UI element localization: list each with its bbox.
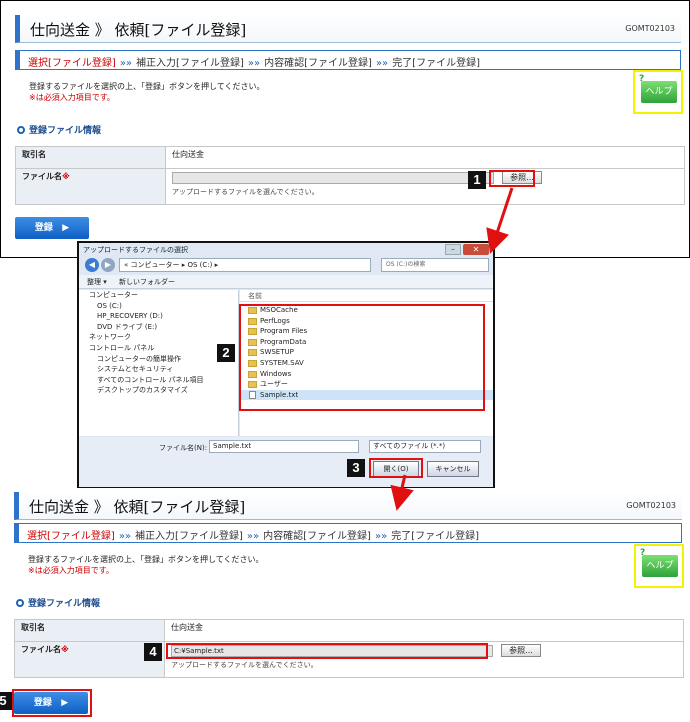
section-bullet-icon — [17, 126, 25, 134]
highlight-browse — [489, 170, 535, 187]
dialog-toolbar: 整理 ▾ 新しいフォルダー — [79, 275, 493, 289]
page-header: 仕向送金 》 依頼[ファイル登録] GOMT02103 — [15, 15, 681, 43]
filename-label: ファイル名(N): — [159, 444, 208, 452]
transaction-value: 仕向送金 — [165, 146, 685, 169]
step-1: 選択[ファイル登録] — [27, 531, 115, 542]
file-form: 取引名 仕向送金 ファイル名※ 参照... アップロードするファイルを選んでくだ… — [15, 146, 685, 205]
help-button[interactable]: ? ヘルプ — [634, 544, 684, 588]
tree-item[interactable]: DVD ドライブ (E:) — [79, 322, 238, 333]
tree-item[interactable]: コントロール パネル — [79, 343, 238, 354]
highlight-file-input — [166, 643, 488, 659]
search-input[interactable]: OS (C:)の検索 — [381, 258, 489, 272]
file-name-label: ファイル名※ — [14, 641, 165, 678]
folder-tree: コンピューター OS (C:) HP_RECOVERY (D:) DVD ドライ… — [79, 290, 239, 436]
help-label: ヘルプ — [642, 555, 678, 577]
section-title: 登録ファイル情報 — [17, 123, 101, 136]
step-separator: »» — [247, 58, 261, 69]
step-2: 補正入力[ファイル登録] — [136, 58, 244, 69]
tree-item[interactable]: HP_RECOVERY (D:) — [79, 311, 238, 322]
step-marker-1: 1 — [468, 171, 486, 189]
screen-after: 仕向送金 》 依頼[ファイル登録] GOMT02103 選択[ファイル登録]»»… — [0, 488, 690, 722]
step-3: 内容確認[ファイル登録] — [263, 531, 371, 542]
page-header: 仕向送金 》 依頼[ファイル登録] GOMT02103 — [14, 492, 682, 520]
tree-item[interactable]: コンピューター — [79, 290, 238, 301]
minimize-button[interactable]: – — [445, 244, 461, 255]
highlight-open — [369, 458, 423, 478]
filename-input[interactable]: Sample.txt — [209, 440, 359, 453]
screen-code: GOMT02103 — [626, 501, 676, 510]
screen-code: GOMT02103 — [625, 24, 675, 33]
close-button[interactable]: ✕ — [463, 244, 489, 255]
step-separator: »» — [374, 531, 388, 542]
register-button[interactable]: 登録 ▶ — [15, 217, 89, 239]
file-name-input[interactable] — [172, 171, 494, 184]
required-note: ※は必須入力項目です。 — [28, 566, 114, 575]
step-1: 選択[ファイル登録] — [28, 58, 116, 69]
file-dialog: アップロードするファイルの選択 – ✕ ◀ ▶ « コンピューター ▸ OS (… — [77, 241, 495, 489]
transaction-label: 取引名 — [15, 146, 166, 169]
name-column-header[interactable]: 名前 — [240, 290, 493, 302]
address-bar: ◀ ▶ « コンピューター ▸ OS (C:) ▸ OS (C:)の検索 — [85, 257, 489, 273]
help-label: ヘルプ — [641, 81, 677, 103]
step-marker-3: 3 — [347, 459, 365, 477]
transaction-value: 仕向送金 — [164, 619, 684, 642]
page-title: 仕向送金 》 依頼[ファイル登録] — [30, 21, 247, 39]
dialog-title: アップロードするファイルの選択 — [83, 246, 188, 254]
screen-before: 仕向送金 》 依頼[ファイル登録] GOMT02103 選択[ファイル登録]»»… — [0, 0, 690, 258]
step-separator: »» — [246, 531, 260, 542]
highlight-register — [12, 689, 92, 717]
step-separator: »» — [119, 58, 133, 69]
page-title: 仕向送金 》 依頼[ファイル登録] — [29, 498, 246, 516]
dialog-footer: ファイル名(N): Sample.txt すべてのファイル (*.*) 開く(O… — [79, 437, 493, 487]
step-2: 補正入力[ファイル登録] — [135, 531, 243, 542]
highlight-file-list — [239, 304, 485, 411]
tree-item[interactable]: OS (C:) — [79, 301, 238, 312]
cancel-button[interactable]: キャンセル — [427, 461, 479, 477]
step-indicator: 選択[ファイル登録]»» 補正入力[ファイル登録]»» 内容確認[ファイル登録]»»… — [15, 50, 681, 70]
step-4: 完了[ファイル登録] — [391, 531, 479, 542]
required-note: ※は必須入力項目です。 — [29, 93, 115, 102]
tree-item[interactable]: デスクトップのカスタマイズ — [79, 385, 238, 396]
tree-item[interactable]: ネットワーク — [79, 332, 238, 343]
instructions: 登録するファイルを選択の上、「登録」ボタンを押してください。 ※は必須入力項目で… — [28, 554, 264, 576]
section-bullet-icon — [16, 599, 24, 607]
file-hint: アップロードするファイルを選んでください。 — [172, 188, 319, 196]
file-name-label: ファイル名※ — [15, 168, 166, 205]
tree-item[interactable]: コンピューターの簡単操作 — [79, 354, 238, 365]
file-hint: アップロードするファイルを選んでください。 — [171, 661, 318, 669]
help-button[interactable]: ? ヘルプ — [633, 70, 683, 114]
step-marker-4: 4 — [144, 643, 162, 661]
step-indicator: 選択[ファイル登録]»» 補正入力[ファイル登録]»» 内容確認[ファイル登録]»»… — [14, 523, 682, 543]
file-name-cell: 参照... アップロードするファイルを選んでください。 — [165, 168, 685, 205]
section-title: 登録ファイル情報 — [16, 596, 100, 609]
instructions: 登録するファイルを選択の上、「登録」ボタンを押してください。 ※は必須入力項目で… — [29, 81, 265, 103]
forward-icon[interactable]: ▶ — [101, 258, 115, 272]
back-icon[interactable]: ◀ — [85, 258, 99, 272]
browse-button[interactable]: 参照... — [501, 644, 541, 657]
step-separator: »» — [118, 531, 132, 542]
step-3: 内容確認[ファイル登録] — [264, 58, 372, 69]
filetype-select[interactable]: すべてのファイル (*.*) — [369, 440, 481, 453]
instruction-text: 登録するファイルを選択の上、「登録」ボタンを押してください。 — [28, 555, 264, 564]
transaction-label: 取引名 — [14, 619, 165, 642]
new-folder-button[interactable]: 新しいフォルダー — [119, 278, 175, 286]
instruction-text: 登録するファイルを選択の上、「登録」ボタンを押してください。 — [29, 82, 265, 91]
step-4: 完了[ファイル登録] — [392, 58, 480, 69]
tree-item[interactable]: すべてのコントロール パネル項目 — [79, 375, 238, 386]
step-marker-5: 5 — [0, 692, 12, 710]
step-marker-2: 2 — [217, 344, 235, 362]
tree-item[interactable]: システムとセキュリティ — [79, 364, 238, 375]
step-separator: »» — [375, 58, 389, 69]
path-field[interactable]: « コンピューター ▸ OS (C:) ▸ — [119, 258, 371, 272]
arrow-right-icon: ▶ — [62, 223, 70, 233]
organize-button[interactable]: 整理 ▾ — [87, 278, 107, 286]
